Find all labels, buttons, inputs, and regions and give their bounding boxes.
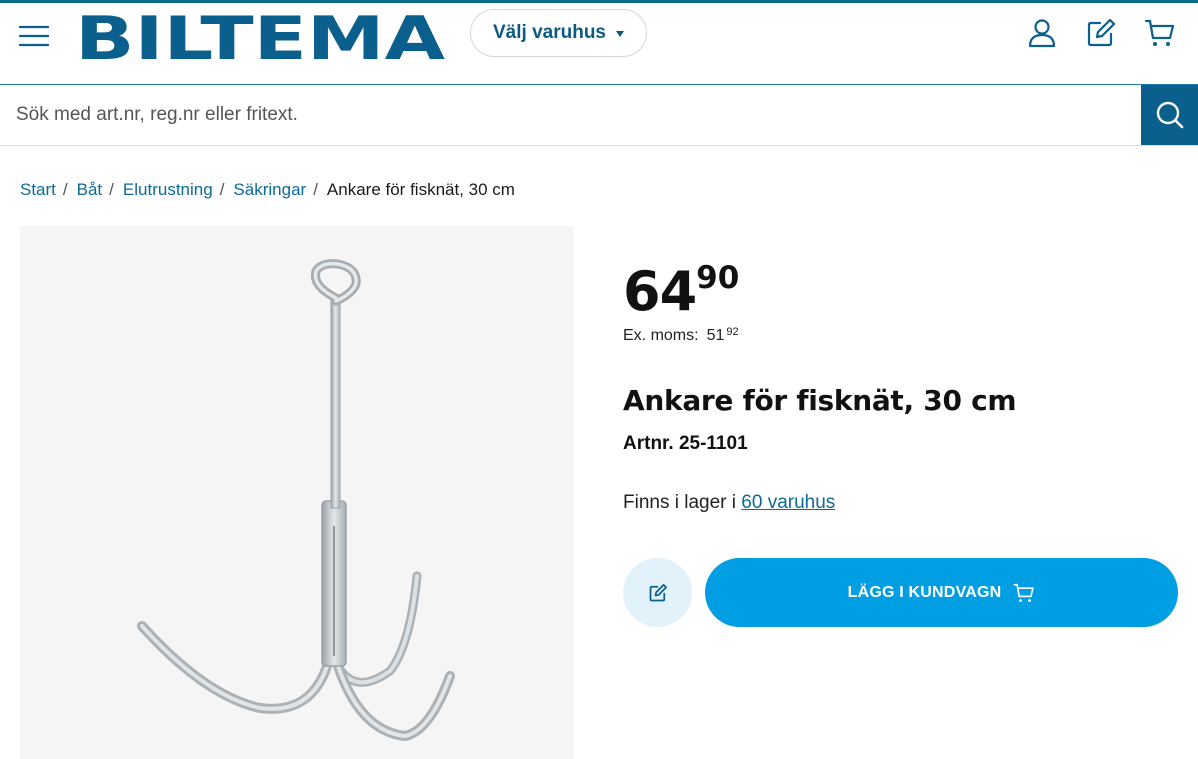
breadcrumb-separator: / bbox=[219, 180, 225, 199]
add-to-cart-button[interactable]: LÄGG I KUNDVAGN bbox=[705, 558, 1178, 627]
stock-text: Finns i lager i bbox=[623, 492, 736, 513]
search-bar bbox=[0, 84, 1198, 146]
store-selector-label: Välj varuhus bbox=[493, 22, 606, 43]
anchor-image bbox=[137, 259, 455, 742]
search-icon bbox=[1156, 101, 1183, 129]
account-button[interactable] bbox=[1026, 17, 1058, 49]
add-to-cart-label: LÄGG I KUNDVAGN bbox=[847, 583, 1002, 601]
add-to-wishlist-button[interactable] bbox=[623, 558, 692, 627]
edit-icon bbox=[1087, 18, 1116, 47]
vat-integer: 51 bbox=[706, 327, 725, 344]
price-decimals: 90 bbox=[696, 260, 740, 296]
search-input[interactable] bbox=[0, 85, 1141, 145]
product-price: 6490 bbox=[623, 260, 740, 323]
menu-icon bbox=[18, 25, 50, 47]
article-number: Artnr. 25-1101 bbox=[623, 433, 748, 454]
user-icon bbox=[1028, 19, 1056, 48]
product-title: Ankare för fisknät, 30 cm bbox=[623, 384, 1017, 417]
store-selector-button[interactable]: Välj varuhus bbox=[470, 9, 647, 57]
cart-icon bbox=[1144, 19, 1175, 46]
site-header: BILTEMA Välj varuhus bbox=[0, 3, 1198, 84]
logo-text: BILTEMA bbox=[75, 12, 446, 62]
breadcrumb-current: Ankare för fisknät, 30 cm bbox=[326, 180, 515, 199]
breadcrumb-separator: / bbox=[62, 180, 68, 199]
caret-down-icon bbox=[616, 31, 624, 37]
breadcrumb-link-elutrustning[interactable]: Elutrustning bbox=[123, 180, 213, 200]
breadcrumb-separator: / bbox=[109, 180, 114, 199]
breadcrumb: Start / Båt / Elutrustning / Säkringar /… bbox=[20, 180, 515, 200]
breadcrumb-link-start[interactable]: Start bbox=[20, 180, 56, 200]
cart-button[interactable] bbox=[1144, 17, 1176, 49]
cart-icon bbox=[1013, 583, 1035, 602]
stock-status: Finns i lager i 60 varuhus bbox=[623, 492, 835, 514]
menu-button[interactable] bbox=[18, 22, 50, 50]
breadcrumb-link-bat[interactable]: Båt bbox=[77, 180, 103, 200]
price-integer: 64 bbox=[623, 260, 697, 323]
vat-decimals: 92 bbox=[726, 326, 739, 338]
price-ex-vat: Ex. moms: 51 92 bbox=[623, 326, 739, 345]
wishlist-button[interactable] bbox=[1085, 17, 1117, 49]
product-image[interactable] bbox=[20, 226, 574, 759]
stock-stores-link[interactable]: 60 varuhus bbox=[741, 492, 835, 513]
search-button[interactable] bbox=[1141, 85, 1198, 145]
breadcrumb-separator: / bbox=[313, 180, 318, 199]
edit-icon bbox=[649, 583, 667, 601]
breadcrumb-link-sakringar[interactable]: Säkringar bbox=[233, 180, 306, 200]
vat-label: Ex. moms: bbox=[623, 327, 699, 344]
biltema-logo[interactable]: BILTEMA bbox=[75, 4, 447, 74]
